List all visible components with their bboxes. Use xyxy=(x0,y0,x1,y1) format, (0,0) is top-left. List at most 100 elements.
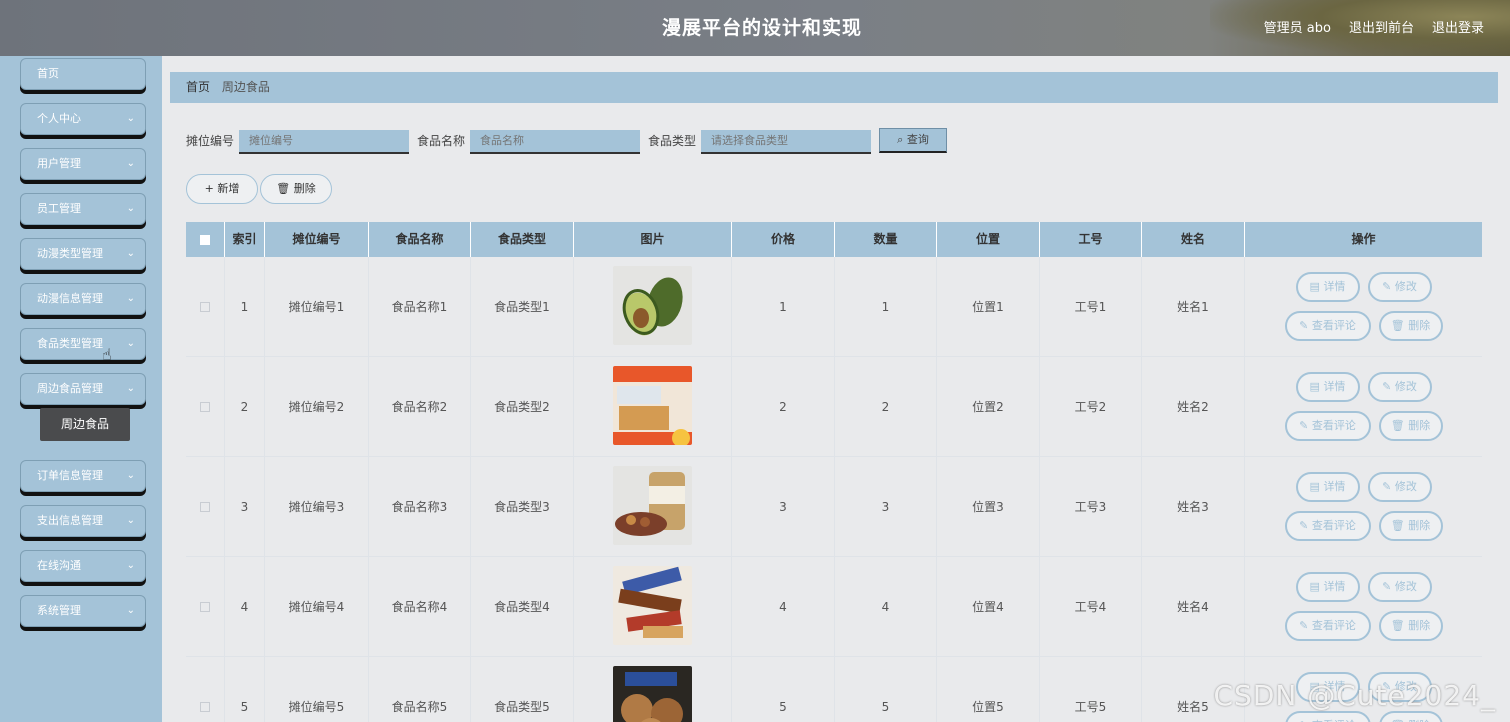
table-body: 1 摊位编号1 食品名称1 食品类型1 1 1 位置1 工号1 姓名1 ▤ 详情 ✎ 修改 ✎ 查看评… xyxy=(186,257,1482,722)
pencil-icon: ✎ xyxy=(1382,580,1395,593)
sidebar-item-personal-center[interactable]: 个人中心 ⌄ xyxy=(20,103,146,135)
sidebar-item-food-type-management[interactable]: 食品类型管理 ⌄ xyxy=(20,328,146,360)
stall-no-input[interactable] xyxy=(239,130,409,154)
cell-index: 3 xyxy=(225,457,265,556)
sidebar-item-label: 周边食品管理 xyxy=(37,382,103,395)
food-image-cell xyxy=(574,457,732,556)
row-checkbox[interactable] xyxy=(200,701,210,712)
view-comments-label: 查看评论 xyxy=(1311,519,1356,532)
submenu-item-peripheral-food[interactable]: 周边食品 xyxy=(40,408,130,441)
cell-qty: 4 xyxy=(835,557,937,656)
row-checkbox[interactable] xyxy=(200,401,210,412)
edit-button[interactable]: ✎ 修改 xyxy=(1367,272,1432,302)
sidebar-item-peripheral-food-management[interactable]: 周边食品管理 ⌄ xyxy=(20,373,146,405)
detail-button[interactable]: ▤ 详情 xyxy=(1295,272,1360,302)
sidebar-item-system-management[interactable]: 系统管理 ⌄ xyxy=(20,595,146,627)
select-all-cell xyxy=(186,222,225,257)
edit-button[interactable]: ✎ 修改 xyxy=(1367,572,1432,602)
select-all-checkbox[interactable] xyxy=(200,234,210,245)
detail-label: 详情 xyxy=(1323,580,1346,593)
view-comments-button[interactable]: ✎ 查看评论 xyxy=(1284,611,1371,641)
row-checkbox[interactable] xyxy=(200,501,210,512)
cell-type: 食品类型2 xyxy=(471,357,574,456)
pencil-icon: ✎ xyxy=(1299,519,1312,532)
view-comments-button[interactable]: ✎ 查看评论 xyxy=(1284,311,1371,341)
chevron-down-icon: ⌄ xyxy=(126,293,135,304)
table-row: 1 摊位编号1 食品名称1 食品类型1 1 1 位置1 工号1 姓名1 ▤ 详情 ✎ 修改 ✎ 查看评… xyxy=(186,257,1482,357)
delete-label: 删除 xyxy=(1408,419,1431,432)
edit-label: 修改 xyxy=(1394,280,1417,293)
food-image-cell xyxy=(574,357,732,456)
delete-button[interactable]: 🗑 删除 xyxy=(1378,311,1443,341)
pencil-icon: ✎ xyxy=(1299,419,1312,432)
edit-button[interactable]: ✎ 修改 xyxy=(1367,472,1432,502)
sidebar-item-home[interactable]: 首页 xyxy=(20,58,146,90)
cell-staff_name: 姓名3 xyxy=(1142,457,1245,556)
sidebar-item-order-management[interactable]: 订单信息管理 ⌄ xyxy=(20,460,146,492)
column-header: 食品类型 xyxy=(471,222,574,257)
detail-button[interactable]: ▤ 详情 xyxy=(1295,472,1360,502)
column-header: 价格 xyxy=(732,222,835,257)
column-header: 位置 xyxy=(937,222,1040,257)
column-header: 食品名称 xyxy=(369,222,471,257)
cell-stall: 摊位编号4 xyxy=(265,557,369,656)
cell-location: 位置1 xyxy=(937,257,1040,356)
add-button-label: 新增 xyxy=(217,182,240,195)
sidebar-item-label: 个人中心 xyxy=(37,112,81,125)
cell-name: 食品名称5 xyxy=(369,657,471,722)
sidebar-item-anime-info-management[interactable]: 动漫信息管理 ⌄ xyxy=(20,283,146,315)
cell-index: 2 xyxy=(225,357,265,456)
sidebar-item-staff-management[interactable]: 员工管理 ⌄ xyxy=(20,193,146,225)
sidebar-item-online-chat[interactable]: 在线沟通 ⌄ xyxy=(20,550,146,582)
cell-index: 4 xyxy=(225,557,265,656)
cell-staff_no: 工号3 xyxy=(1040,457,1142,556)
cell-type: 食品类型4 xyxy=(471,557,574,656)
cell-location: 位置2 xyxy=(937,357,1040,456)
delete-button[interactable]: 🗑 删除 xyxy=(1378,511,1443,541)
detail-button[interactable]: ▤ 详情 xyxy=(1295,372,1360,402)
view-comments-button[interactable]: ✎ 查看评论 xyxy=(1284,411,1371,441)
table-row: 2 摊位编号2 食品名称2 食品类型2 2 2 位置2 工号2 姓名2 ▤ 详情 ✎ 修改 ✎ 查看评… xyxy=(186,357,1482,457)
edit-label: 修改 xyxy=(1394,380,1417,393)
pencil-icon: ✎ xyxy=(1299,619,1312,632)
document-icon: ▤ xyxy=(1309,280,1324,293)
sidebar-item-label: 首页 xyxy=(37,67,59,80)
delete-button[interactable]: 🗑 删除 xyxy=(1378,411,1443,441)
detail-button[interactable]: ▤ 详情 xyxy=(1295,572,1360,602)
query-button[interactable]: ⌕ 查询 xyxy=(879,128,947,153)
chevron-down-icon: ⌄ xyxy=(126,383,135,394)
row-checkbox[interactable] xyxy=(200,301,210,312)
food-image-cell xyxy=(574,557,732,656)
food-name-input[interactable] xyxy=(470,130,640,154)
pencil-icon: ✎ xyxy=(1382,380,1395,393)
cell-staff_name: 姓名1 xyxy=(1142,257,1245,356)
delete-button[interactable]: 🗑 删除 xyxy=(1378,611,1443,641)
row-select-cell xyxy=(186,357,225,456)
view-comments-button[interactable]: ✎ 查看评论 xyxy=(1284,511,1371,541)
sidebar-item-label: 员工管理 xyxy=(37,202,81,215)
row-checkbox[interactable] xyxy=(200,601,210,612)
delete-button[interactable]: 🗑 删除 xyxy=(1378,711,1443,722)
row-select-cell xyxy=(186,557,225,656)
batch-delete-button[interactable]: 🗑 删除 xyxy=(260,174,332,204)
cell-staff_no: 工号5 xyxy=(1040,657,1142,722)
food-image xyxy=(613,665,692,722)
cell-location: 位置4 xyxy=(937,557,1040,656)
chevron-down-icon: ⌄ xyxy=(126,470,135,481)
delete-label: 删除 xyxy=(1408,619,1431,632)
exit-to-front-link[interactable]: 退出到前台 xyxy=(1349,17,1414,36)
breadcrumb-home[interactable]: 首页 xyxy=(186,80,210,94)
cell-location: 位置3 xyxy=(937,457,1040,556)
column-header: 操作 xyxy=(1351,232,1376,246)
food-type-select[interactable] xyxy=(701,130,871,154)
sidebar-item-user-management[interactable]: 用户管理 ⌄ xyxy=(20,148,146,180)
admin-name[interactable]: 管理员 abo xyxy=(1264,17,1331,36)
sidebar-item-anime-type-management[interactable]: 动漫类型管理 ⌄ xyxy=(20,238,146,270)
view-comments-button[interactable]: ✎ 查看评论 xyxy=(1284,711,1371,722)
sidebar-item-expense-management[interactable]: 支出信息管理 ⌄ xyxy=(20,505,146,537)
cell-staff_name: 姓名4 xyxy=(1142,557,1245,656)
logout-link[interactable]: 退出登录 xyxy=(1432,17,1484,36)
add-button[interactable]: + 新增 xyxy=(186,174,258,204)
edit-button[interactable]: ✎ 修改 xyxy=(1367,372,1432,402)
cell-location: 位置5 xyxy=(937,657,1040,722)
